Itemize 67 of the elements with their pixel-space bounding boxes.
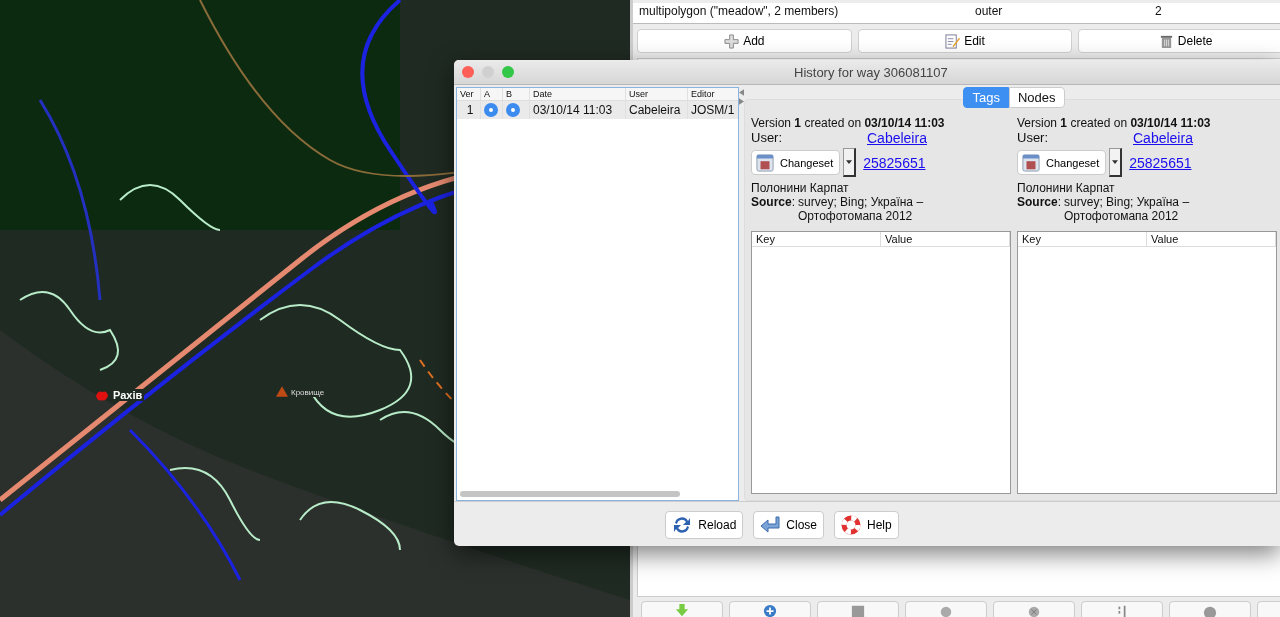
- edit-button[interactable]: Edit: [857, 29, 1073, 53]
- version-info: Version 1 created on 03/10/14 11:03: [751, 116, 946, 130]
- close-button[interactable]: Close: [753, 511, 824, 539]
- table-cell: 2: [1155, 3, 1162, 19]
- peak-triangle-icon: [276, 386, 288, 397]
- table-cell: 03/10/14 11:03: [530, 101, 626, 119]
- notepad-pencil-icon: [945, 33, 961, 49]
- horizontal-scrollbar[interactable]: [460, 491, 680, 497]
- refresh-icon: [672, 515, 693, 535]
- column-header[interactable]: Value: [881, 232, 1010, 246]
- source-value: survey; Bing; Україна – Ортофотомапа 2012: [798, 195, 925, 223]
- changeset-button[interactable]: Changeset: [751, 150, 841, 175]
- radio-button[interactable]: [506, 103, 520, 117]
- trash-can-icon: [1158, 33, 1174, 49]
- table-cell: Cabeleira: [626, 101, 688, 119]
- column-header[interactable]: Value: [1147, 232, 1276, 246]
- table-cell: 1: [457, 101, 481, 119]
- expand-right-arrow-icon[interactable]: [739, 98, 744, 105]
- column-header[interactable]: User: [626, 88, 688, 100]
- window-title: History for way 306081107: [794, 64, 948, 80]
- changeset-link[interactable]: 25825651: [1129, 154, 1192, 171]
- source-label: Source:: [751, 195, 796, 211]
- changeset-link[interactable]: 25825651: [863, 154, 926, 171]
- user-link[interactable]: Cabeleira: [867, 130, 927, 146]
- box-icon: [1022, 153, 1040, 172]
- source-label: Source:: [1017, 195, 1062, 211]
- column-header[interactable]: Key: [1018, 232, 1147, 246]
- user-label: User:: [1017, 130, 1050, 146]
- column-header[interactable]: A: [481, 88, 503, 100]
- table-cell-text: multipolygon ("meadow", 2 members): [639, 3, 840, 19]
- delete-button[interactable]: Delete: [1078, 29, 1280, 53]
- caret-icon: [1112, 160, 1119, 164]
- add-button[interactable]: Add: [637, 29, 852, 53]
- user-link[interactable]: Cabeleira: [1133, 130, 1193, 146]
- town-marker-icon: [95, 390, 109, 402]
- box-icon: [756, 153, 774, 172]
- lifebuoy-icon: [841, 515, 861, 535]
- table-cell-text: JOSM/1: [690, 102, 736, 119]
- download-arrow-icon: [675, 604, 689, 617]
- column-header[interactable]: Editor: [688, 88, 738, 100]
- close-window-button[interactable]: [462, 66, 474, 78]
- changeset-comment: Полонини Карпат: [1017, 181, 1116, 195]
- return-arrow-icon: [760, 515, 781, 535]
- column-header[interactable]: Ver: [457, 88, 481, 100]
- table-cell-text: outer: [975, 3, 1004, 19]
- town-label: Рахів: [111, 389, 145, 401]
- plus-circle-icon: [763, 604, 777, 617]
- dropdown-button[interactable]: [843, 148, 857, 177]
- reload-button[interactable]: Reload: [665, 511, 744, 539]
- changeset-comment: Полонини Карпат: [751, 181, 850, 195]
- changeset-button[interactable]: Changeset: [1017, 150, 1107, 175]
- peak-label: Кровище: [289, 388, 327, 397]
- tab[interactable]: Nodes: [1008, 87, 1065, 108]
- radio-button[interactable]: [484, 103, 498, 117]
- caret-icon: [846, 160, 853, 164]
- circle-cross-icon: [1027, 604, 1041, 617]
- source-value: survey; Bing; Україна – Ортофотомапа 2012: [1064, 195, 1191, 223]
- column-header[interactable]: B: [503, 88, 530, 100]
- help-button[interactable]: Help: [834, 511, 899, 539]
- collapse-left-arrow-icon[interactable]: [739, 89, 744, 96]
- user-label: User:: [751, 130, 784, 146]
- dropdown-button[interactable]: [1109, 148, 1123, 177]
- column-header[interactable]: Date: [530, 88, 626, 100]
- column-header[interactable]: Key: [752, 232, 881, 246]
- plus-icon: [724, 33, 740, 49]
- zoom-window-button[interactable]: [502, 66, 514, 78]
- version-info: Version 1 created on 03/10/14 11:03: [1017, 116, 1212, 130]
